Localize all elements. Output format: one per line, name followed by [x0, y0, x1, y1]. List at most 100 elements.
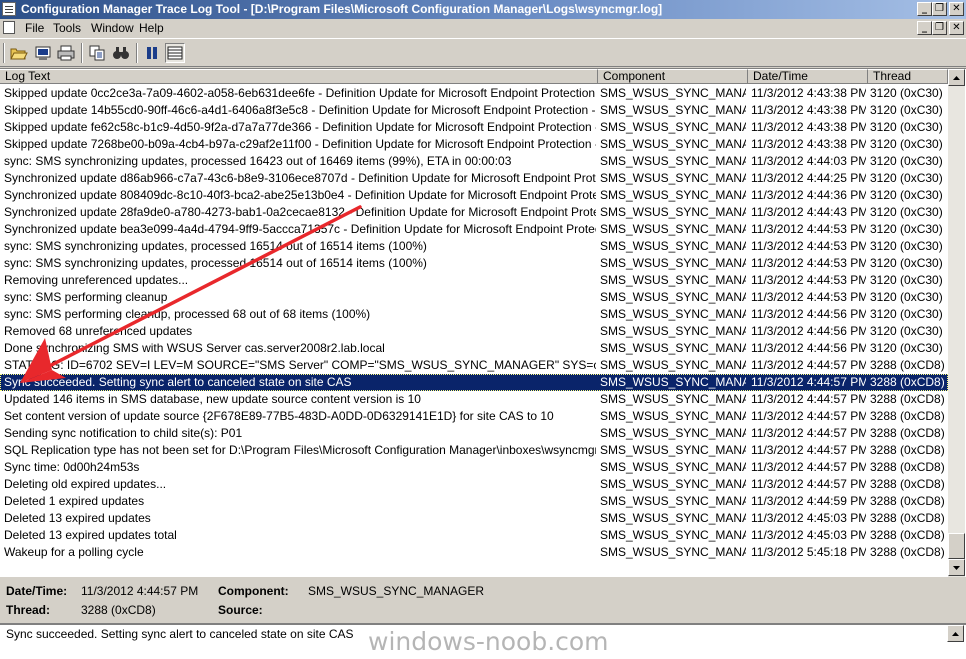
copy-icon[interactable]: [87, 43, 107, 63]
component-cell: SMS_WSUS_SYNC_MANAGI: [600, 409, 746, 423]
pause-icon[interactable]: [142, 43, 162, 63]
log-row[interactable]: Sync time: 0d00h24m53s SMS_WSUS_SYNC_MANA…: [0, 459, 948, 476]
datetime-value: 11/3/2012 4:44:57 PM: [81, 584, 199, 598]
log-row[interactable]: Deleted 13 expired updates SMS_WSUS_SYNC_…: [0, 510, 948, 527]
datetime-cell: 11/3/2012 4:44:43 PM: [751, 205, 866, 219]
log-grid[interactable]: Log Text Component Date/Time Thread Skip…: [0, 68, 966, 577]
column-component[interactable]: Component: [598, 69, 748, 84]
close-icon[interactable]: ✕: [949, 2, 964, 16]
component-cell: SMS_WSUS_SYNC_MANAGI: [600, 290, 746, 304]
document-icon[interactable]: [3, 21, 15, 34]
log-row[interactable]: Sync succeeded. Setting sync alert to ca…: [0, 374, 948, 391]
log-row[interactable]: Sending sync notification to child site(…: [0, 425, 948, 442]
log-text-cell: Sync time: 0d00h24m53s: [4, 460, 140, 474]
datetime-label: Date/Time:: [6, 584, 68, 598]
log-row[interactable]: STATMSG: ID=6702 SEV=I LEV=M SOURCE="SMS…: [0, 357, 948, 374]
thread-cell: 3120 (0xC30): [870, 86, 943, 100]
thread-cell: 3120 (0xC30): [870, 324, 943, 338]
scroll-down-icon[interactable]: [948, 559, 965, 576]
column-thread[interactable]: Thread: [868, 69, 948, 84]
thread-cell: 3288 (0xCD8): [870, 511, 945, 525]
menu-window[interactable]: Window: [91, 21, 134, 35]
thread-cell: 3288 (0xCD8): [870, 494, 945, 508]
log-row[interactable]: sync: SMS synchronizing updates, process…: [0, 153, 948, 170]
log-text-cell: Skipped update 0cc2ce3a-7a09-4602-a058-6…: [4, 86, 596, 100]
component-cell: SMS_WSUS_SYNC_MANAGI: [600, 239, 746, 253]
log-row[interactable]: Wakeup for a polling cycle SMS_WSUS_SYNC_…: [0, 544, 948, 561]
log-row[interactable]: Skipped update fe62c58c-b1c9-4d50-9f2a-d…: [0, 119, 948, 136]
datetime-cell: 11/3/2012 4:44:59 PM: [751, 494, 866, 508]
datetime-cell: 11/3/2012 4:45:03 PM: [751, 528, 866, 542]
log-row[interactable]: Skipped update 0cc2ce3a-7a09-4602-a058-6…: [0, 85, 948, 102]
log-text-cell: Updated 146 items in SMS database, new u…: [4, 392, 421, 406]
menu-help[interactable]: Help: [139, 21, 164, 35]
datetime-cell: 11/3/2012 4:43:38 PM: [751, 120, 866, 134]
thread-cell: 3120 (0xC30): [870, 222, 943, 236]
log-row[interactable]: Updated 146 items in SMS database, new u…: [0, 391, 948, 408]
log-row[interactable]: sync: SMS performing cleanup, processed …: [0, 306, 948, 323]
log-row[interactable]: Set content version of update source {2F…: [0, 408, 948, 425]
log-row[interactable]: SQL Replication type has not been set fo…: [0, 442, 948, 459]
component-cell: SMS_WSUS_SYNC_MANAGI: [600, 375, 746, 389]
minimize-icon[interactable]: _: [917, 2, 932, 16]
log-text-cell: Skipped update fe62c58c-b1c9-4d50-9f2a-d…: [4, 120, 596, 134]
restore-icon[interactable]: ❐: [932, 2, 947, 16]
scroll-up-icon[interactable]: [948, 69, 965, 86]
child-minimize-icon[interactable]: _: [917, 21, 932, 35]
child-close-icon[interactable]: ✕: [949, 21, 964, 35]
log-row[interactable]: Synchronized update 28fa9de0-a780-4273-b…: [0, 204, 948, 221]
window-title: Configuration Manager Trace Log Tool - […: [21, 2, 663, 16]
column-datetime[interactable]: Date/Time: [748, 69, 868, 84]
datetime-cell: 11/3/2012 4:44:53 PM: [751, 273, 866, 287]
message-scroll-up-icon[interactable]: [947, 625, 964, 642]
thread-cell: 3120 (0xC30): [870, 307, 943, 321]
component-cell: SMS_WSUS_SYNC_MANAGI: [600, 477, 746, 491]
log-row[interactable]: Synchronized update bea3e099-4a4d-4794-9…: [0, 221, 948, 238]
log-text-cell: sync: SMS performing cleanup: [4, 290, 168, 304]
log-row[interactable]: Deleted 1 expired updates SMS_WSUS_SYNC_M…: [0, 493, 948, 510]
thread-cell: 3288 (0xCD8): [870, 375, 945, 389]
datetime-cell: 11/3/2012 4:45:03 PM: [751, 511, 866, 525]
open-icon[interactable]: [9, 43, 29, 63]
component-cell: SMS_WSUS_SYNC_MANAGI: [600, 392, 746, 406]
menu-tools[interactable]: Tools: [53, 21, 81, 35]
app-icon[interactable]: [2, 2, 16, 16]
log-row[interactable]: sync: SMS performing cleanup SMS_WSUS_SYN…: [0, 289, 948, 306]
menu-file[interactable]: File: [25, 21, 44, 35]
log-row[interactable]: Removed 68 unreferenced updates SMS_WSUS_…: [0, 323, 948, 340]
log-row[interactable]: Skipped update 7268be00-b09a-4cb4-b97a-c…: [0, 136, 948, 153]
log-row[interactable]: Deleted 13 expired updates total SMS_WSUS…: [0, 527, 948, 544]
component-cell: SMS_WSUS_SYNC_MANAGI: [600, 443, 746, 457]
log-row[interactable]: Synchronized update 808409dc-8c10-40f3-b…: [0, 187, 948, 204]
print-icon[interactable]: [56, 43, 76, 63]
find-icon[interactable]: [111, 43, 131, 63]
child-restore-icon[interactable]: ❐: [932, 21, 947, 35]
column-log-text[interactable]: Log Text: [0, 69, 598, 84]
vertical-scrollbar[interactable]: [948, 69, 965, 577]
log-text-cell: Sending sync notification to child site(…: [4, 426, 243, 440]
log-row[interactable]: sync: SMS synchronizing updates, process…: [0, 255, 948, 272]
details-pane: Date/Time: 11/3/2012 4:44:57 PM Componen…: [0, 578, 966, 620]
log-row[interactable]: Deleting old expired updates... SMS_WSUS_…: [0, 476, 948, 493]
datetime-cell: 11/3/2012 4:44:53 PM: [751, 290, 866, 304]
log-row[interactable]: Removing unreferenced updates... SMS_WSUS…: [0, 272, 948, 289]
datetime-cell: 11/3/2012 4:44:53 PM: [751, 256, 866, 270]
title-bar: Configuration Manager Trace Log Tool - […: [0, 0, 966, 19]
message-text: Sync succeeded. Setting sync alert to ca…: [6, 627, 354, 641]
log-text-cell: Synchronized update 808409dc-8c10-40f3-b…: [4, 188, 596, 202]
component-cell: SMS_WSUS_SYNC_MANAGI: [600, 307, 746, 321]
component-cell: SMS_WSUS_SYNC_MANAGI: [600, 273, 746, 287]
component-cell: SMS_WSUS_SYNC_MANAGI: [600, 86, 746, 100]
columns-icon[interactable]: [165, 43, 185, 63]
datetime-cell: 11/3/2012 4:44:36 PM: [751, 188, 866, 202]
toolbar-grip: [3, 43, 5, 63]
thread-label: Thread:: [6, 603, 51, 617]
scroll-thumb[interactable]: [948, 533, 965, 559]
thread-cell: 3288 (0xCD8): [870, 409, 945, 423]
log-row[interactable]: Skipped update 14b55cd0-90ff-46c6-a4d1-6…: [0, 102, 948, 119]
log-row[interactable]: Synchronized update d86ab966-c7a7-43c6-b…: [0, 170, 948, 187]
log-row[interactable]: sync: SMS synchronizing updates, process…: [0, 238, 948, 255]
component-cell: SMS_WSUS_SYNC_MANAGI: [600, 511, 746, 525]
print-preview-icon[interactable]: [33, 43, 53, 63]
log-row[interactable]: Done synchronizing SMS with WSUS Server …: [0, 340, 948, 357]
